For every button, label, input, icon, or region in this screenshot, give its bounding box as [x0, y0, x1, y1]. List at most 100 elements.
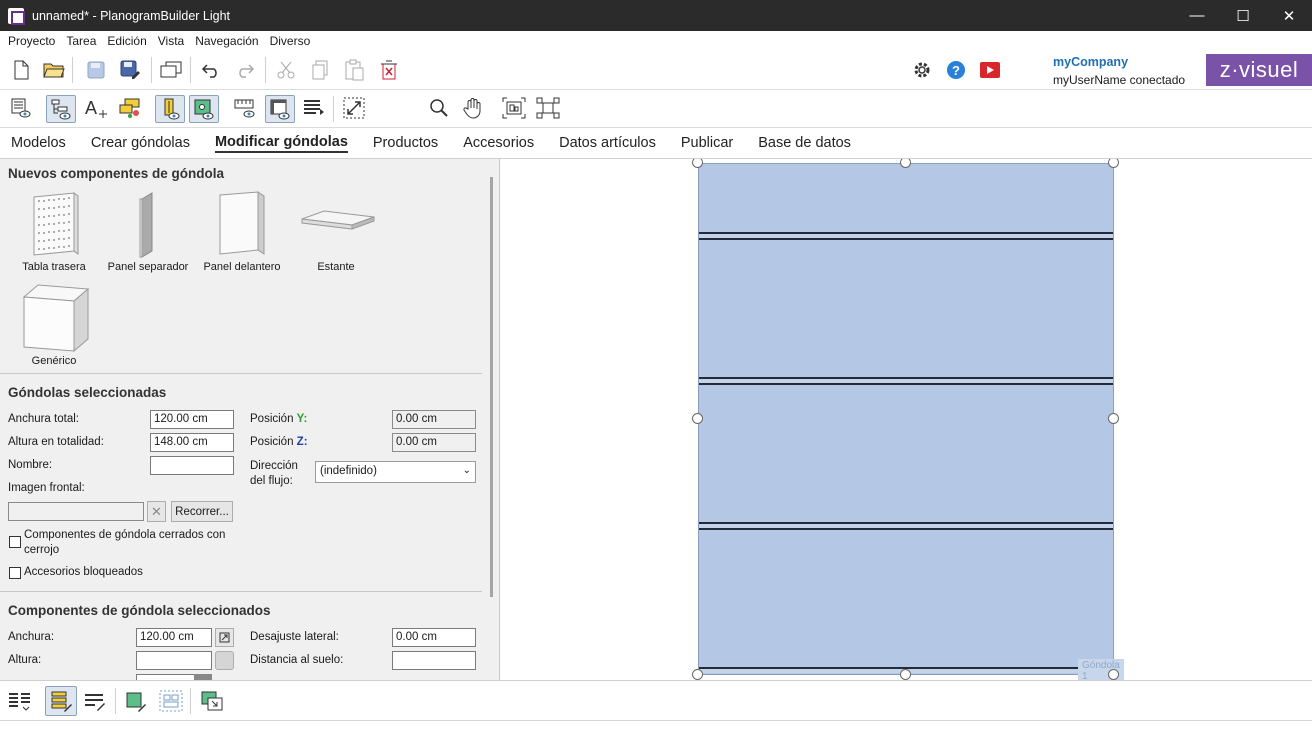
tab-modificar-gondolas[interactable]: Modificar góndolas	[214, 134, 348, 153]
total-height-field[interactable]: 148.00 cm	[150, 433, 234, 452]
front-image-field[interactable]	[8, 502, 144, 521]
tab-publicar[interactable]: Publicar	[681, 135, 733, 151]
shelf[interactable]	[699, 522, 1113, 530]
component-height-label: Altura:	[8, 654, 42, 666]
gondola[interactable]: Góndola 1	[698, 163, 1124, 680]
zoom-icon[interactable]	[426, 95, 452, 121]
group-select-icon[interactable]	[158, 688, 184, 714]
shelf-layout-icon[interactable]	[7, 688, 33, 714]
delete-icon[interactable]	[376, 57, 402, 83]
box-edit-icon[interactable]	[124, 688, 150, 714]
gondola-view-icon[interactable]	[155, 95, 185, 123]
paste-icon[interactable]	[341, 57, 367, 83]
copy-icon[interactable]	[307, 57, 333, 83]
menu-tarea[interactable]: Tarea	[62, 34, 100, 48]
resize-handle[interactable]	[1108, 413, 1119, 424]
menu-proyecto[interactable]: Proyecto	[4, 34, 59, 48]
lock-height-icon[interactable]	[215, 651, 234, 670]
save-icon[interactable]	[83, 57, 109, 83]
component-tabla-trasera[interactable]: Tabla trasera	[6, 189, 102, 273]
line-edit-icon[interactable]	[82, 688, 108, 714]
menu-edicion[interactable]: Edición	[103, 34, 150, 48]
undo-icon[interactable]	[198, 57, 224, 83]
stack-view-icon[interactable]	[301, 95, 327, 121]
component-generico[interactable]: Genérico	[6, 283, 102, 367]
cut-icon[interactable]	[273, 57, 299, 83]
resize-handle[interactable]	[1108, 159, 1119, 168]
total-width-field[interactable]: 120.00 cm	[150, 410, 234, 429]
name-field[interactable]	[150, 456, 234, 475]
component-height-field[interactable]	[136, 651, 212, 670]
menu-diverso[interactable]: Diverso	[266, 34, 315, 48]
total-width-label: Anchura total:	[8, 413, 79, 425]
company-name: myCompany	[1053, 55, 1129, 69]
close-button[interactable]: ✕	[1266, 0, 1312, 31]
tab-datos-articulos[interactable]: Datos artículos	[559, 135, 656, 151]
component-width-label: Anchura:	[8, 631, 55, 643]
maximize-button[interactable]: ☐	[1220, 0, 1266, 31]
flow-label-line1: Dirección	[250, 460, 298, 472]
add-text-icon[interactable]: A	[83, 95, 109, 121]
shelf[interactable]	[699, 232, 1113, 240]
video-icon[interactable]	[977, 57, 1003, 83]
tab-productos[interactable]: Productos	[373, 135, 438, 151]
lock-width-icon[interactable]	[215, 628, 234, 647]
browse-button[interactable]: Recorrer...	[171, 501, 233, 522]
panel-scrollbar[interactable]	[490, 177, 493, 597]
export-icon[interactable]	[199, 688, 225, 714]
fit-view-icon[interactable]	[341, 95, 367, 121]
svg-text:?: ?	[952, 63, 960, 78]
product-view-icon[interactable]	[189, 95, 219, 123]
minimize-button[interactable]: —	[1174, 0, 1220, 31]
resize-handle[interactable]	[692, 413, 703, 424]
resize-handle[interactable]	[1108, 669, 1119, 680]
component-panel-separador[interactable]: Panel separador	[100, 189, 196, 273]
tab-base-de-datos[interactable]: Base de datos	[758, 135, 851, 151]
position-z-field: 0.00 cm	[392, 433, 476, 452]
component-label: Panel delantero	[203, 261, 281, 273]
shelf-edit-icon[interactable]	[45, 686, 77, 716]
duplicate-icon[interactable]	[158, 57, 184, 83]
settings-gear-icon[interactable]	[909, 57, 935, 83]
locked-components-checkbox[interactable]	[9, 536, 21, 548]
app-icon	[8, 7, 25, 25]
locked-accessories-checkbox[interactable]	[9, 567, 21, 579]
help-icon[interactable]: ?	[943, 57, 969, 83]
frame-view-icon[interactable]	[265, 95, 295, 123]
tree-view-icon[interactable]	[46, 95, 76, 123]
component-estante[interactable]: Estante	[288, 189, 384, 273]
component-width-field[interactable]: 120.00 cm	[136, 628, 212, 647]
locked-components-line2: cerrojo	[24, 544, 60, 556]
save-as-icon[interactable]	[117, 57, 143, 83]
position-y-label: Posición Y:	[250, 413, 308, 425]
component-label: Tabla trasera	[22, 261, 86, 273]
tab-modelos[interactable]: Modelos	[11, 135, 66, 151]
zoom-selection-icon[interactable]	[501, 95, 527, 121]
measure-icon[interactable]	[232, 95, 258, 121]
open-folder-icon[interactable]	[41, 57, 67, 83]
flow-direction-label: Dirección del flujo:	[250, 459, 298, 489]
shelf-icon	[301, 210, 375, 230]
component-label: Estante	[317, 261, 355, 273]
tab-crear-gondolas[interactable]: Crear góndolas	[91, 135, 190, 151]
menu-vista[interactable]: Vista	[154, 34, 188, 48]
clear-image-icon[interactable]: ✕	[147, 501, 166, 522]
title-bar: unnamed* - PlanogramBuilder Light — ☐ ✕	[0, 0, 1312, 31]
tab-accesorios[interactable]: Accesorios	[463, 135, 534, 151]
lateral-offset-field[interactable]: 0.00 cm	[392, 628, 476, 647]
flow-direction-select[interactable]: (indefinido) ⌄	[315, 461, 476, 483]
list-view-icon[interactable]	[8, 95, 34, 121]
component-panel-delantero[interactable]: Panel delantero	[194, 189, 290, 273]
component-view-icon[interactable]	[117, 95, 143, 121]
pan-hand-icon[interactable]	[460, 95, 486, 121]
new-file-icon[interactable]	[8, 57, 34, 83]
resize-handle[interactable]	[692, 669, 703, 680]
floor-distance-field[interactable]	[392, 651, 476, 670]
resize-handle[interactable]	[900, 669, 911, 680]
select-group-icon[interactable]	[535, 95, 561, 121]
planogram-canvas[interactable]: Góndola 1	[500, 159, 1312, 680]
shelf[interactable]	[699, 377, 1113, 385]
menu-navegacion[interactable]: Navegación	[191, 34, 262, 48]
redo-icon[interactable]	[232, 57, 258, 83]
window-title: unnamed* - PlanogramBuilder Light	[32, 8, 231, 23]
